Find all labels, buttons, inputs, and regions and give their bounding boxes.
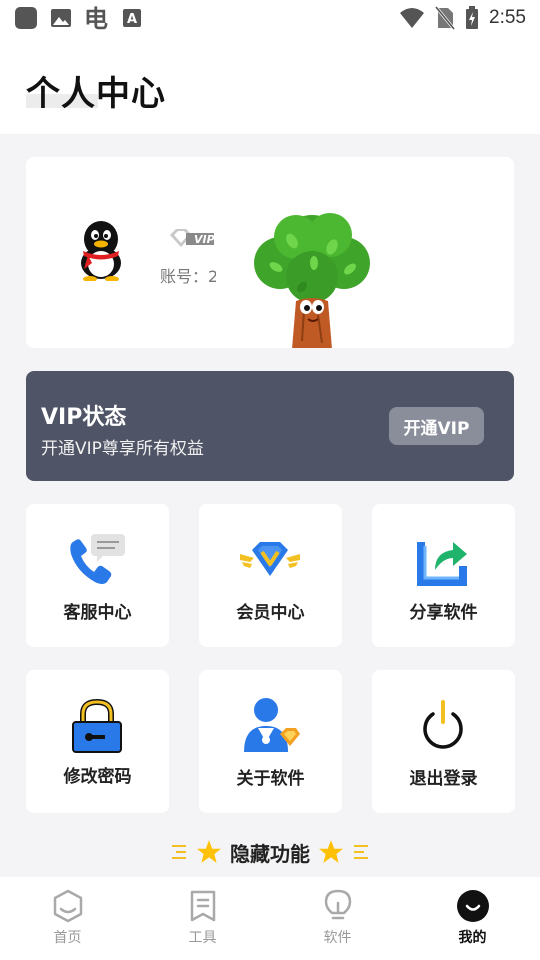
tile-share-app[interactable]: 分享软件 [372,504,515,647]
vip-status-subtitle: 开通VIP尊享所有权益 [41,439,204,459]
vip-badge-text: VIP [194,233,214,246]
user-info-icon [244,698,300,752]
vip-diamond-badge-icon: VIP [170,229,214,247]
page-header: 个人中心 [0,36,540,134]
nav-home[interactable]: 首页 [0,877,135,960]
star-icon [319,840,343,863]
no-sim-icon [435,6,456,30]
battery-icon [466,6,479,29]
tile-vip-center-label: 会员中心 [236,603,305,623]
vip-diamond-icon [240,542,300,576]
tile-about-app[interactable]: 关于软件 [199,670,342,813]
share-icon [417,542,467,586]
nav-software[interactable]: 软件 [270,877,405,960]
speed-lines-left-icon [172,845,186,859]
qq-penguin-avatar[interactable] [74,219,128,281]
nav-home-label: 首页 [53,930,82,946]
status-bar: 电 A 2:55 [0,0,540,36]
tile-change-password-label: 修改密码 [63,767,132,787]
smile-icon [456,890,489,922]
app-square-icon [15,7,37,29]
hidden-feature-toggle[interactable]: 隐藏功能 [168,836,372,868]
font-icon: A [123,9,141,27]
bulb-icon [324,889,351,920]
page-title: 个人中心 [26,74,166,114]
tree-mascot-image [254,213,370,348]
notification-glyph-icon: 电 [84,5,108,31]
vip-status-card: VIP状态 开通VIP尊享所有权益 开通VIP [26,371,514,481]
nav-tools[interactable]: 工具 [135,877,270,960]
svg-text:A: A [127,12,137,27]
power-icon [423,700,463,749]
open-vip-button[interactable]: 开通VIP [389,407,484,445]
nav-tools-label: 工具 [188,930,217,946]
nav-mine[interactable]: 我的 [405,877,540,960]
tile-logout[interactable]: 退出登录 [372,670,515,813]
tile-change-password[interactable]: 修改密码 [26,670,169,813]
tile-logout-label: 退出登录 [409,769,478,789]
tile-share-app-label: 分享软件 [409,603,478,623]
clock: 2:55 [489,7,526,28]
star-icon [197,840,221,863]
tools-icon [190,890,215,922]
vip-status-title: VIP状态 [41,405,127,430]
tile-vip-center[interactable]: 会员中心 [199,504,342,647]
image-icon [51,9,71,27]
hidden-feature-label: 隐藏功能 [230,841,310,866]
tile-about-app-label: 关于软件 [236,769,305,789]
svg-text:电: 电 [84,5,108,31]
lock-icon [72,698,122,753]
home-icon [53,889,82,923]
nav-mine-label: 我的 [458,930,487,946]
account-number: 账号：2 [160,267,216,286]
tile-customer-service[interactable]: 客服中心 [26,504,169,647]
profile-card[interactable]: VIP 账号：2 [26,157,514,348]
nav-software-label: 软件 [323,930,352,946]
bottom-navigation: 首页 工具 软件 我的 [0,877,540,960]
tile-customer-service-label: 客服中心 [63,603,132,623]
speed-lines-right-icon [354,845,368,859]
wifi-icon [400,8,425,28]
customer-service-icon [70,534,125,584]
